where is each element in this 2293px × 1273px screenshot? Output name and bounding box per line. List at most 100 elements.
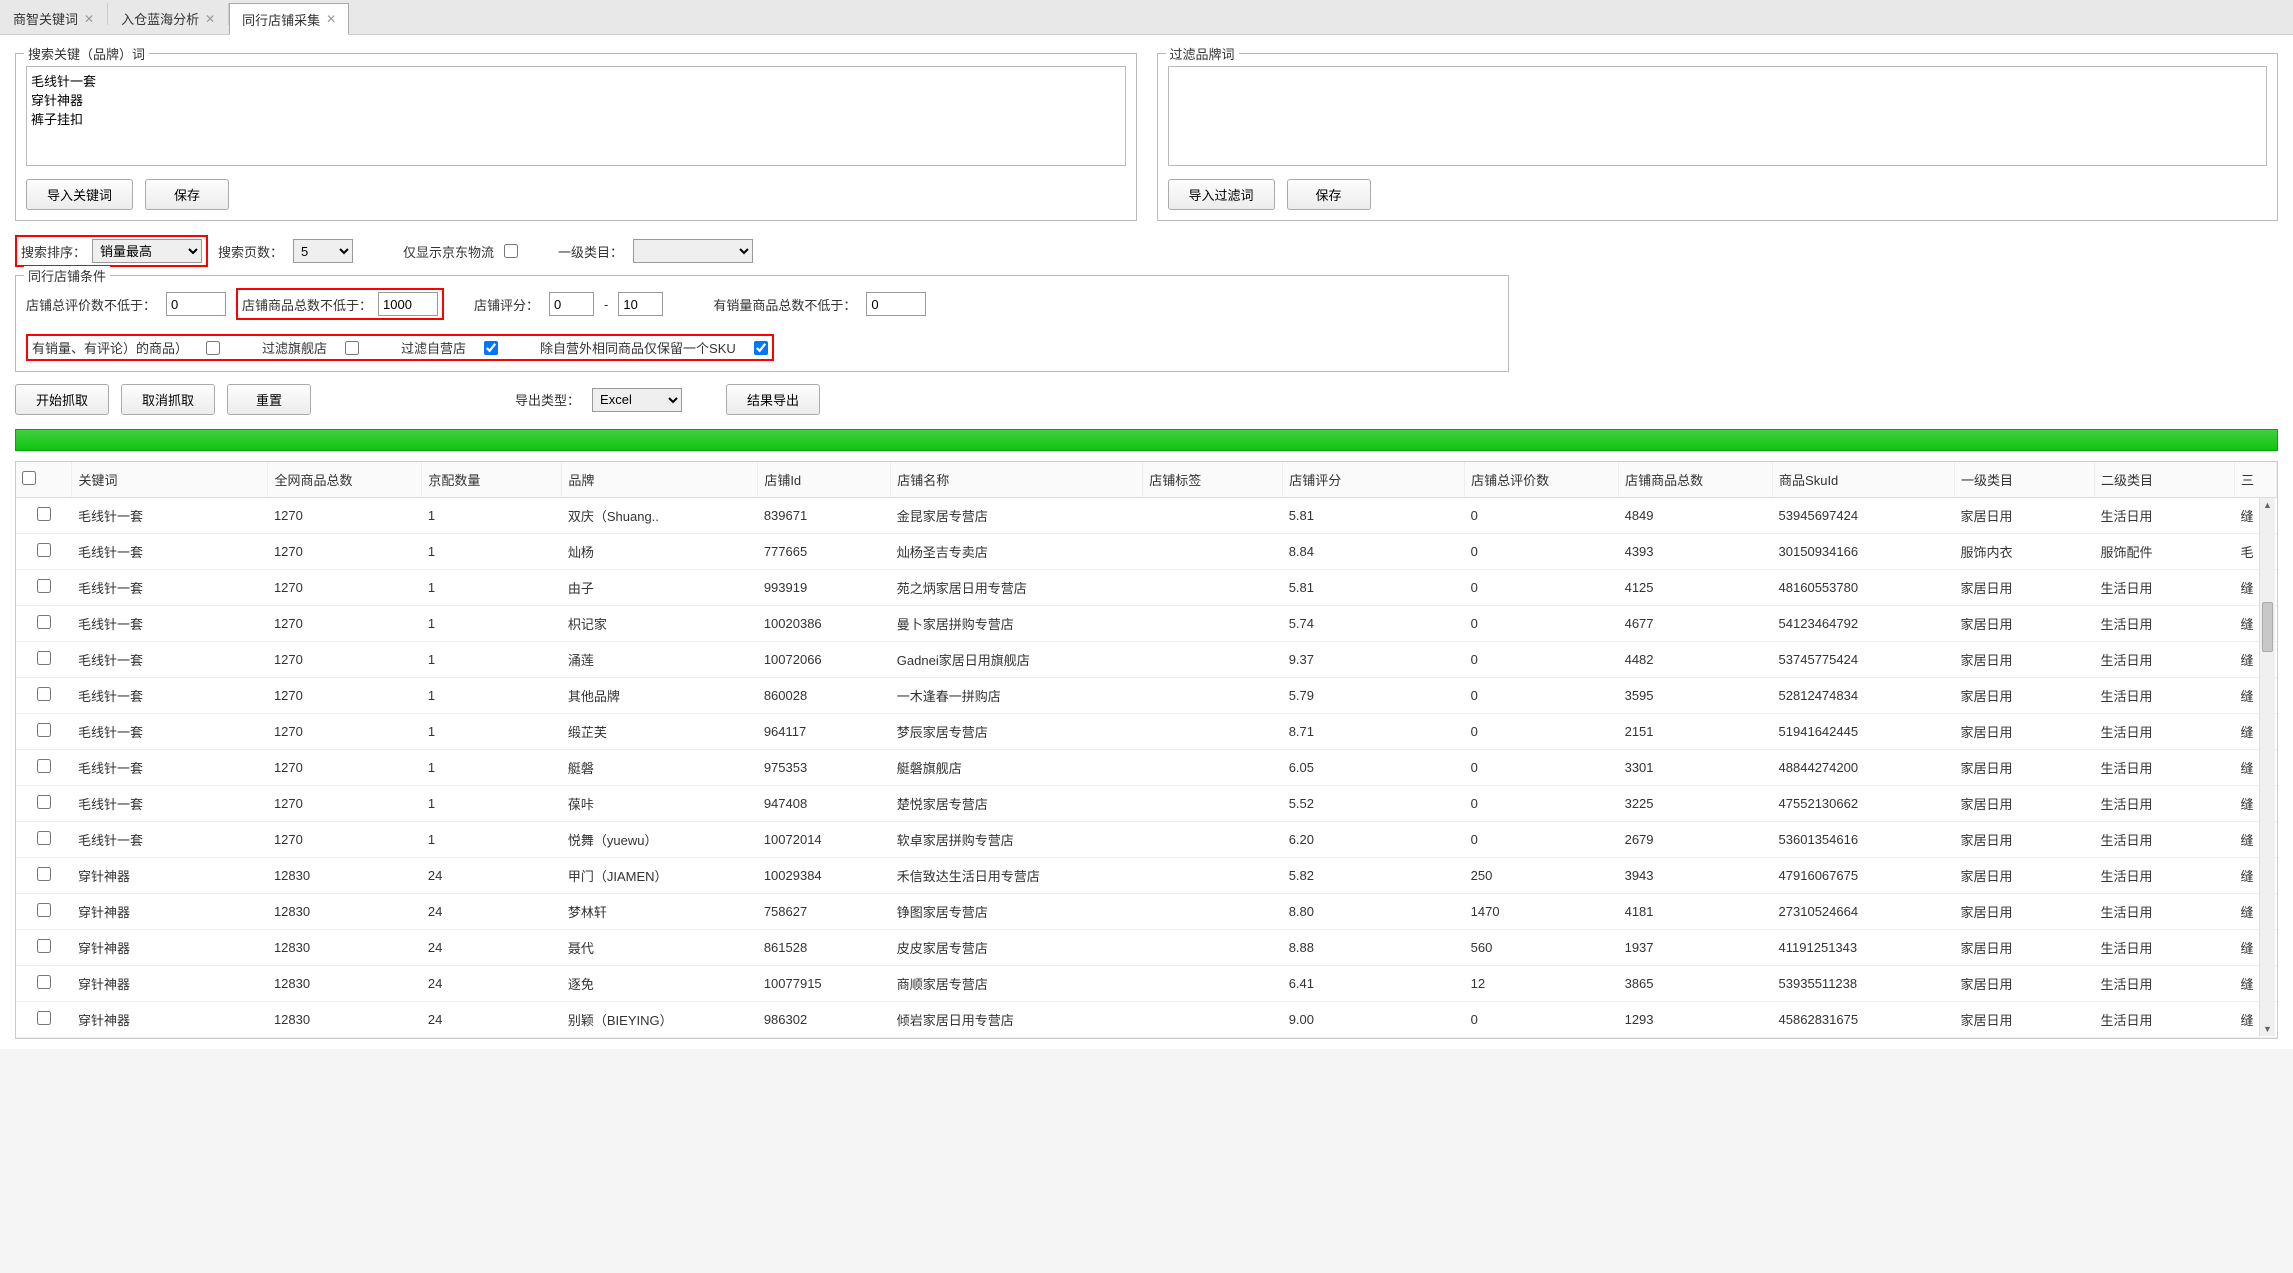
close-icon[interactable]: ✕ — [205, 12, 215, 26]
row-checkbox[interactable] — [37, 975, 51, 989]
result-grid: 关键词全网商品总数京配数量品牌店铺Id店铺名称店铺标签店铺评分店铺总评价数店铺商… — [15, 461, 2278, 1039]
table-row[interactable]: 毛线针一套12701其他品牌860028一木逢春一拼购店5.7903595528… — [16, 678, 2277, 714]
row-checkbox[interactable] — [37, 1011, 51, 1025]
total-goods-input[interactable] — [378, 292, 438, 316]
cell: 甲门（JIAMEN） — [562, 858, 758, 894]
column-header[interactable]: 全网商品总数 — [268, 462, 422, 498]
export-type-select[interactable]: Excel — [592, 388, 682, 412]
cell: 生活日用 — [2094, 1002, 2234, 1038]
filter-self-checkbox[interactable] — [484, 341, 498, 355]
table-row[interactable]: 穿针神器1283024逐免10077915商顺家居专营店6.4112386553… — [16, 966, 2277, 1002]
column-header[interactable]: 一级类目 — [1955, 462, 2095, 498]
cell: 家居日用 — [1955, 858, 2095, 894]
cell: 6.41 — [1283, 966, 1465, 1002]
score-from-input[interactable] — [549, 292, 594, 316]
column-header[interactable]: 店铺总评价数 — [1465, 462, 1619, 498]
column-header[interactable]: 店铺商品总数 — [1619, 462, 1773, 498]
table-row[interactable]: 毛线针一套12701涌莲10072066Gadnei家居日用旗舰店9.37044… — [16, 642, 2277, 678]
table-row[interactable]: 毛线针一套12701由子993919苑之炳家居日用专营店5.8104125481… — [16, 570, 2277, 606]
column-header[interactable]: 二级类目 — [2094, 462, 2234, 498]
table-row[interactable]: 毛线针一套12701缎芷芙964117梦辰家居专营店8.710215151941… — [16, 714, 2277, 750]
table-row[interactable]: 毛线针一套12701葆咔947408楚悦家居专营店5.5203225475521… — [16, 786, 2277, 822]
table-row[interactable]: 毛线针一套12701枳记家10020386曼卜家居拼购专营店5.74046775… — [16, 606, 2277, 642]
row-checkbox[interactable] — [37, 831, 51, 845]
cell: 穿针神器 — [72, 930, 268, 966]
scroll-thumb[interactable] — [2262, 602, 2273, 652]
scroll-down-icon[interactable]: ▼ — [2263, 1022, 2272, 1036]
row-checkbox[interactable] — [37, 651, 51, 665]
cell: Gadnei家居日用旗舰店 — [891, 642, 1143, 678]
row-checkbox[interactable] — [37, 795, 51, 809]
row-checkbox[interactable] — [37, 903, 51, 917]
import-keywords-button[interactable]: 导入关键词 — [26, 179, 133, 210]
column-header[interactable]: 店铺评分 — [1283, 462, 1465, 498]
has-sale-review-checkbox[interactable] — [206, 341, 220, 355]
row-checkbox[interactable] — [37, 723, 51, 737]
filter-flagship-checkbox[interactable] — [345, 341, 359, 355]
sort-select[interactable]: 销量最高 — [92, 239, 202, 263]
column-header[interactable]: 店铺名称 — [891, 462, 1143, 498]
export-result-button[interactable]: 结果导出 — [726, 384, 820, 415]
cell: 1270 — [268, 498, 422, 534]
reset-button[interactable]: 重置 — [227, 384, 311, 415]
has-sale-goods-input[interactable] — [866, 292, 926, 316]
row-checkbox[interactable] — [37, 579, 51, 593]
pages-select[interactable]: 5 — [293, 239, 353, 263]
save-filter-button[interactable]: 保存 — [1287, 179, 1371, 210]
tab-bluesea[interactable]: 入仓蓝海分析 ✕ — [108, 3, 228, 34]
cell: 家居日用 — [1955, 1002, 2095, 1038]
dedup-sku-checkbox[interactable] — [754, 341, 768, 355]
row-checkbox[interactable] — [37, 615, 51, 629]
cat1-select[interactable] — [633, 239, 753, 263]
table-row[interactable]: 穿针神器1283024梦林轩758627铮图家居专营店8.80147041812… — [16, 894, 2277, 930]
search-keyword-textarea[interactable] — [26, 66, 1126, 166]
column-header[interactable]: 品牌 — [562, 462, 758, 498]
total-review-input[interactable] — [166, 292, 226, 316]
highlight-sort: 搜索排序： 销量最高 — [15, 235, 208, 267]
row-checkbox[interactable] — [37, 759, 51, 773]
table-row[interactable]: 穿针神器1283024甲门（JIAMEN）10029384禾信致达生活日用专营店… — [16, 858, 2277, 894]
table-row[interactable]: 毛线针一套12701艇磐975353艇磐旗舰店6.050330148844274… — [16, 750, 2277, 786]
close-icon[interactable]: ✕ — [84, 12, 94, 26]
jd-only-checkbox[interactable] — [504, 244, 518, 258]
score-to-input[interactable] — [618, 292, 663, 316]
label-shop-score: 店铺评分： — [474, 295, 539, 314]
table-row[interactable]: 毛线针一套12701悦舞（yuewu）10072014软卓家居拼购专营店6.20… — [16, 822, 2277, 858]
tab-peer-collect[interactable]: 同行店铺采集 ✕ — [229, 3, 349, 35]
cancel-crawl-button[interactable]: 取消抓取 — [121, 384, 215, 415]
cell: 48160553780 — [1773, 570, 1955, 606]
cell: 倾岩家居日用专营店 — [891, 1002, 1143, 1038]
vertical-scrollbar[interactable]: ▲ ▼ — [2259, 498, 2275, 1036]
row-checkbox[interactable] — [37, 939, 51, 953]
row-checkbox[interactable] — [37, 867, 51, 881]
column-header[interactable]: 店铺标签 — [1143, 462, 1283, 498]
save-keywords-button[interactable]: 保存 — [145, 179, 229, 210]
scroll-up-icon[interactable]: ▲ — [2263, 498, 2272, 512]
filter-brand-textarea[interactable] — [1168, 66, 2268, 166]
select-all-checkbox[interactable] — [22, 471, 36, 485]
table-row[interactable]: 穿针神器1283024别颖（BIEYING）986302倾岩家居日用专营店9.0… — [16, 1002, 2277, 1038]
tab-keywords[interactable]: 商智关键词 ✕ — [0, 3, 107, 34]
cell: 4482 — [1619, 642, 1773, 678]
start-crawl-button[interactable]: 开始抓取 — [15, 384, 109, 415]
cell: 铮图家居专营店 — [891, 894, 1143, 930]
cell: 服饰内衣 — [1955, 534, 2095, 570]
table-row[interactable]: 穿针神器1283024聂代861528皮皮家居专营店8.885601937411… — [16, 930, 2277, 966]
table-row[interactable]: 毛线针一套12701灿杨777665灿杨圣吉专卖店8.8404393301509… — [16, 534, 2277, 570]
column-header[interactable]: 店铺Id — [758, 462, 891, 498]
close-icon[interactable]: ✕ — [326, 12, 336, 26]
table-row[interactable]: 毛线针一套12701双庆（Shuang..839671金昆家居专营店5.8104… — [16, 498, 2277, 534]
column-header[interactable]: 商品SkuId — [1773, 462, 1955, 498]
cell: 12830 — [268, 858, 422, 894]
import-filter-button[interactable]: 导入过滤词 — [1168, 179, 1275, 210]
column-header[interactable]: 关键词 — [72, 462, 268, 498]
column-header[interactable]: 三 — [2234, 462, 2276, 498]
cell: 1270 — [268, 642, 422, 678]
row-checkbox[interactable] — [37, 687, 51, 701]
column-header[interactable]: 京配数量 — [422, 462, 562, 498]
cell: 48844274200 — [1773, 750, 1955, 786]
row-checkbox[interactable] — [37, 507, 51, 521]
cell: 生活日用 — [2094, 894, 2234, 930]
row-checkbox[interactable] — [37, 543, 51, 557]
cell: 1270 — [268, 606, 422, 642]
